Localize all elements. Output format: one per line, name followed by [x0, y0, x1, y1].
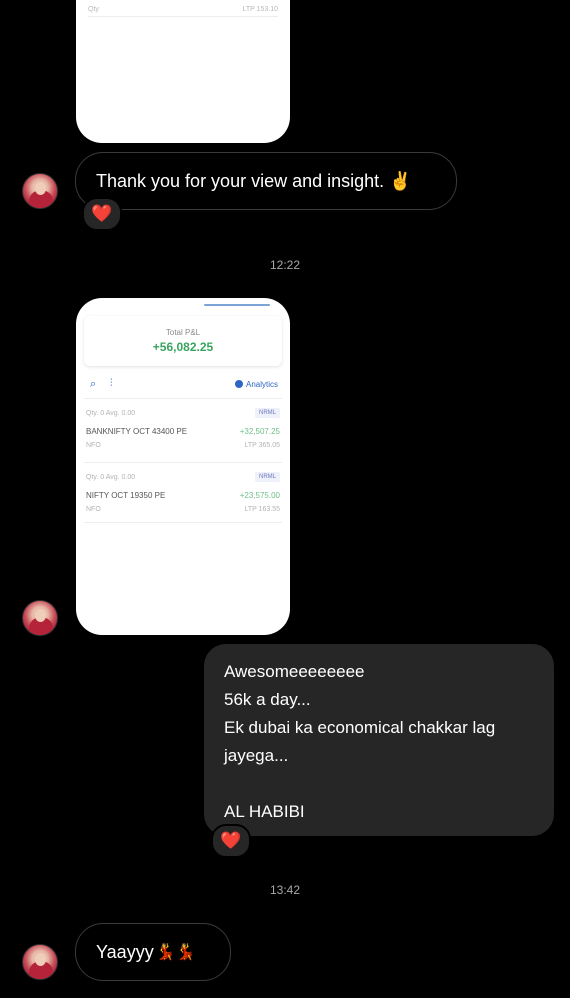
message-text: Thank you for your view and insight. ✌️	[96, 170, 412, 191]
scroll-indicator	[204, 304, 270, 306]
position-qty: Qty. 0 Avg. 0.00	[86, 410, 136, 417]
message-line: AL HABIBI	[224, 802, 305, 821]
product-badge: NRML	[254, 472, 280, 482]
analytics-label: Analytics	[245, 380, 278, 389]
message-bubble-received[interactable]: Yaayyy 💃💃	[75, 923, 231, 981]
position-pnl: +32,507.25	[239, 427, 280, 436]
avatar[interactable]	[22, 944, 58, 980]
analytics-icon	[234, 380, 243, 388]
position-row: Qty. 0 Avg. 0.00 NRML NIFTY OCT 19350 PE…	[86, 472, 280, 529]
positions-toolbar: ⌕ ⫶ Analytics	[90, 378, 278, 392]
avatar[interactable]	[22, 600, 58, 636]
card-row-right-text: LTP 153.10	[242, 6, 278, 13]
timestamp: 12:22	[269, 258, 301, 272]
shared-screenshot[interactable]: Total P&L +56,082.25 ⌕ ⫶ Analytics Qty. …	[76, 298, 290, 635]
filter-icon: ⫶	[110, 378, 113, 389]
heart-reaction[interactable]: ❤️	[211, 824, 251, 858]
ltp: LTP 365.05	[244, 442, 280, 449]
heart-icon: ❤️	[91, 204, 113, 223]
total-pnl-value: +56,082.25	[152, 340, 214, 354]
heart-icon: ❤️	[220, 831, 242, 850]
segment: NFO	[86, 442, 101, 449]
divider	[84, 462, 282, 463]
divider	[84, 522, 282, 523]
search-icon: ⌕	[90, 378, 97, 390]
shared-image-card-top[interactable]: Qty LTP 153.10	[76, 0, 290, 143]
position-pnl: +23,575.00	[239, 491, 280, 500]
divider	[84, 398, 282, 399]
message-line: jayega...	[224, 746, 289, 765]
heart-reaction[interactable]: ❤️	[82, 197, 122, 231]
total-pnl-card: Total P&L +56,082.25	[84, 316, 282, 366]
instrument-name: BANKNIFTY OCT 43400 PE	[86, 427, 188, 436]
message-line: Ek dubai ka economical chakkar lag	[224, 718, 496, 737]
segment: NFO	[86, 506, 101, 513]
message-line: 56k a day...	[224, 690, 311, 709]
card-row-left-text: Qty	[88, 6, 99, 13]
card-row-partial: Qty LTP 153.10	[88, 6, 278, 17]
message-text: Yaayyy	[96, 941, 154, 962]
avatar[interactable]	[22, 173, 58, 209]
message-line: Awesomeeeeeeee	[224, 662, 365, 681]
message-line	[224, 770, 534, 798]
product-badge: NRML	[254, 408, 280, 418]
message-bubble-received[interactable]: Thank you for your view and insight. ✌️	[75, 152, 457, 210]
position-row: Qty. 0 Avg. 0.00 NRML BANKNIFTY OCT 4340…	[86, 408, 280, 465]
ltp: LTP 163.55	[244, 506, 280, 513]
timestamp: 13:42	[269, 883, 301, 897]
message-bubble-sent[interactable]: Awesomeeeeeeee 56k a day... Ek dubai ka …	[204, 644, 554, 836]
total-pnl-label: Total P&L	[165, 328, 201, 337]
dancer-emoji-icon: 💃💃	[155, 944, 196, 961]
position-qty: Qty. 0 Avg. 0.00	[86, 474, 136, 481]
instrument-name: NIFTY OCT 19350 PE	[86, 491, 166, 500]
analytics-link: Analytics	[234, 380, 278, 389]
